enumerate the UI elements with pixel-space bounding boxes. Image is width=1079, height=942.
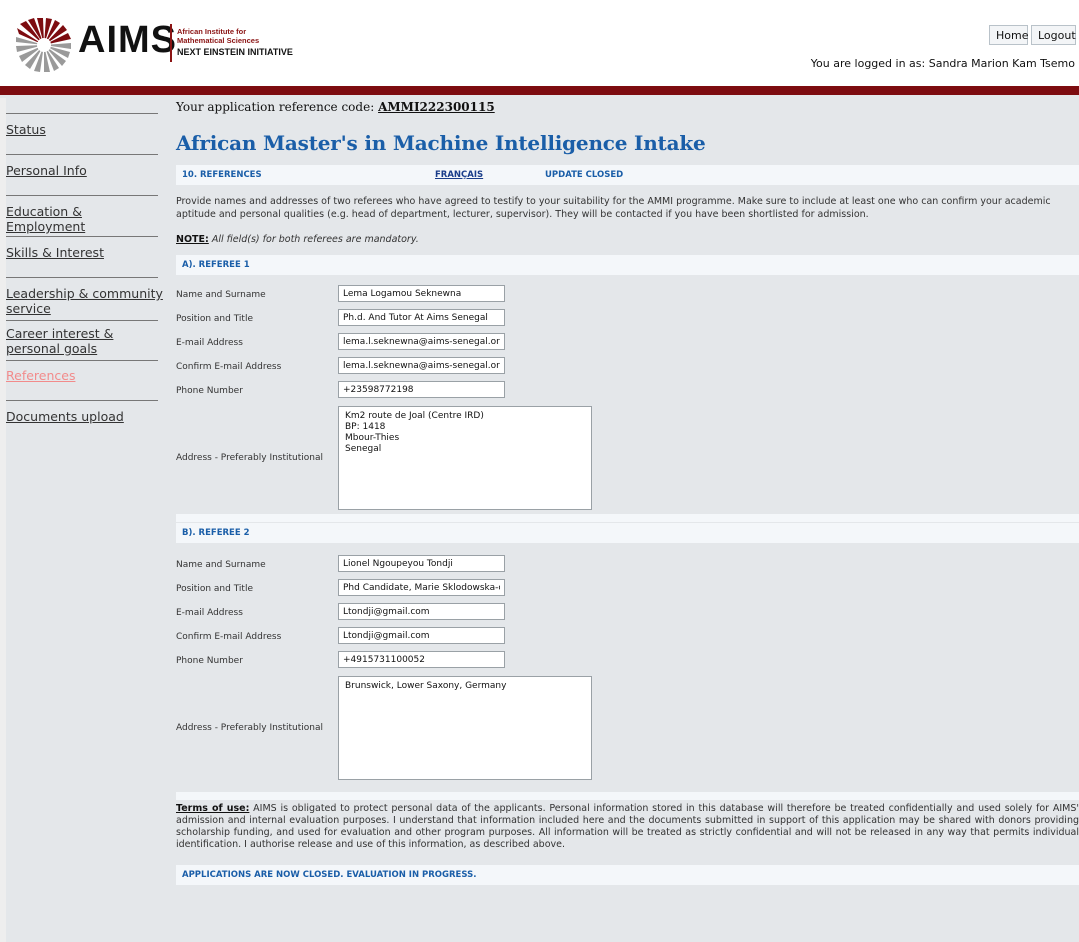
terms-text: AIMS is obligated to protect personal da… <box>176 803 1079 850</box>
nav-separator <box>6 154 158 155</box>
referee-2-email-input[interactable] <box>338 603 505 620</box>
mandatory-note: NOTE: All field(s) for both referees are… <box>176 234 419 245</box>
logo-tagline-3: NEXT EINSTEIN INITIATIVE <box>177 47 293 57</box>
referee-1-position-label: Position and Title <box>176 314 253 324</box>
referee-1-position-input[interactable] <box>338 309 505 326</box>
referee-2-position-label: Position and Title <box>176 584 253 594</box>
nav-separator <box>6 236 158 237</box>
referee-1-phone-label: Phone Number <box>176 386 243 396</box>
main-content: Your application reference code: AMMI222… <box>176 95 1079 942</box>
referee-2-position-input[interactable] <box>338 579 505 596</box>
nav-separator <box>6 113 158 114</box>
referee-2-confirm-email-input[interactable] <box>338 627 505 644</box>
referee-2-address-textarea[interactable]: Brunswick, Lower Saxony, Germany <box>338 676 592 780</box>
referee-1-name-input[interactable] <box>338 285 505 302</box>
section-spacer <box>176 514 1079 522</box>
referee-2-phone-label: Phone Number <box>176 656 243 666</box>
sidebar-item-career-goals[interactable]: Career interest & personal goals <box>6 326 164 356</box>
francais-language-link[interactable]: FRANÇAIS <box>435 165 483 185</box>
referee-1-name-label: Name and Surname <box>176 290 266 300</box>
section-header-strip: 10. REFERENCES FRANÇAIS UPDATE CLOSED <box>176 165 1079 185</box>
ref-code-label: Your application reference code: <box>176 100 375 114</box>
logo-wordmark: AIMS <box>78 19 177 61</box>
home-button[interactable]: Home <box>989 25 1028 45</box>
terms-label: Terms of use: <box>176 803 250 814</box>
references-instructions: Provide names and addresses of two refer… <box>176 196 1051 220</box>
sidebar-item-documents-upload[interactable]: Documents upload <box>6 409 164 424</box>
sidebar-item-references[interactable]: References <box>6 368 164 383</box>
referee-2-heading: B). REFEREE 2 <box>182 528 250 538</box>
sidebar-item-skills-interest[interactable]: Skills & Interest <box>6 245 164 260</box>
sidebar-item-personal-info[interactable]: Personal Info <box>6 163 164 178</box>
logo-tagline-2: Mathematical Sciences <box>177 36 260 45</box>
referee-1-heading-strip: A). REFEREE 1 <box>176 255 1079 275</box>
referee-2-name-label: Name and Surname <box>176 560 266 570</box>
referee-2-confirm-email-label: Confirm E-mail Address <box>176 632 282 642</box>
referee-1-confirm-email-input[interactable] <box>338 357 505 374</box>
referee-1-phone-input[interactable] <box>338 381 505 398</box>
site-header: AIMS African Institute for Mathematical … <box>0 0 1079 88</box>
logged-in-user-text: You are logged in as: Sandra Marion Kam … <box>810 57 1075 70</box>
referee-1-address-label: Address - Preferably Institutional <box>176 453 324 463</box>
referee-1-email-input[interactable] <box>338 333 505 350</box>
note-text: All field(s) for both referees are manda… <box>211 234 419 245</box>
referee-2-address-label: Address - Preferably Institutional <box>176 723 324 733</box>
closed-message-strip: APPLICATIONS ARE NOW CLOSED. EVALUATION … <box>176 865 1079 885</box>
referee-1-email-label: E-mail Address <box>176 338 243 348</box>
referee-1-confirm-email-label: Confirm E-mail Address <box>176 362 282 372</box>
logo-divider <box>170 24 172 62</box>
logout-button[interactable]: Logout <box>1031 25 1076 45</box>
sidebar-item-leadership-community[interactable]: Leadership & community service <box>6 286 164 316</box>
section-spacer <box>176 792 1079 800</box>
sidebar-item-education-employment[interactable]: Education & Employment <box>6 204 164 234</box>
header-accent-bar <box>0 86 1079 95</box>
page-title: African Master's in Machine Intelligence… <box>176 131 706 155</box>
ref-code-value: AMMI222300115 <box>378 100 495 114</box>
referee-2-phone-input[interactable] <box>338 651 505 668</box>
aims-burst-logo-icon <box>16 18 71 72</box>
nav-separator <box>6 320 158 321</box>
referee-2-heading-strip: B). REFEREE 2 <box>176 523 1079 543</box>
terms-of-use: Terms of use: AIMS is obligated to prote… <box>176 803 1079 851</box>
nav-separator <box>6 277 158 278</box>
sidebar-item-status[interactable]: Status <box>6 122 164 137</box>
applications-closed-message: APPLICATIONS ARE NOW CLOSED. EVALUATION … <box>182 870 477 880</box>
nav-separator <box>6 400 158 401</box>
application-reference-code: Your application reference code: AMMI222… <box>176 100 495 114</box>
note-label: NOTE: <box>176 234 209 245</box>
referee-1-heading: A). REFEREE 1 <box>182 260 250 270</box>
referee-2-email-label: E-mail Address <box>176 608 243 618</box>
aims-logo[interactable]: AIMS African Institute for Mathematical … <box>12 14 312 72</box>
update-status-label: UPDATE CLOSED <box>545 170 624 180</box>
nav-separator <box>6 360 158 361</box>
sidebar-nav: Status Personal Info Education & Employm… <box>6 103 167 743</box>
logo-tagline-1: African Institute for <box>177 27 247 36</box>
section-label: 10. REFERENCES <box>182 170 262 180</box>
referee-2-name-input[interactable] <box>338 555 505 572</box>
referee-1-address-textarea[interactable]: Km2 route de Joal (Centre IRD) BP: 1418 … <box>338 406 592 510</box>
nav-separator <box>6 195 158 196</box>
